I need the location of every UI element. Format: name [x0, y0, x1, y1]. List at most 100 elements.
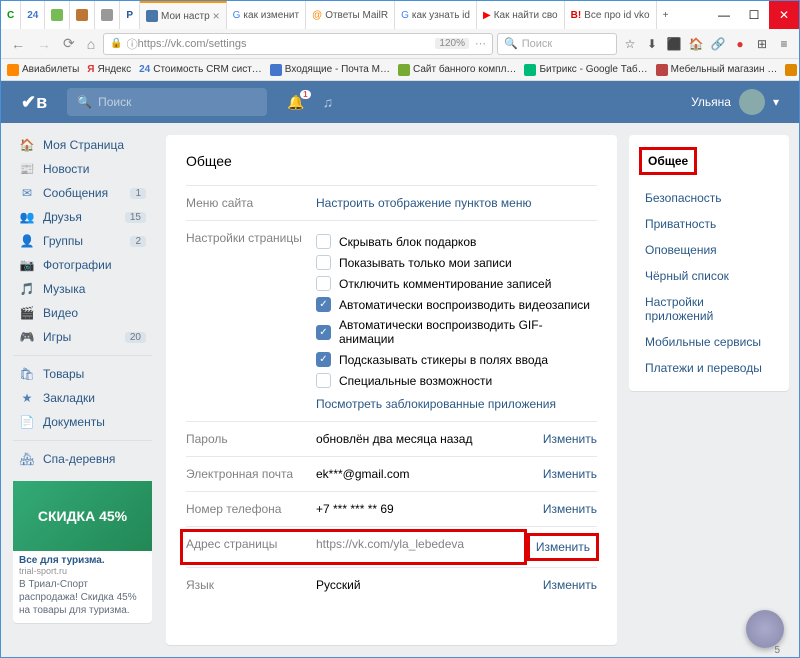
tab-mobile[interactable]: Мобильные сервисы: [629, 329, 789, 355]
checkbox-option[interactable]: Отключить комментирование записей: [316, 273, 597, 294]
pocket-icon[interactable]: ⬛: [665, 35, 683, 53]
window-close[interactable]: ✕: [769, 1, 799, 29]
nav-goods[interactable]: 🛍Товары: [13, 362, 152, 386]
nav-games[interactable]: 🎮Игры20: [13, 325, 152, 349]
nav-news[interactable]: 📰Новости: [13, 157, 152, 181]
tab-1[interactable]: 24: [21, 1, 45, 29]
tab-0[interactable]: C: [1, 1, 21, 29]
tab-3[interactable]: [70, 1, 95, 29]
ext1-icon[interactable]: 🏠: [687, 35, 705, 53]
tab-apps[interactable]: Настройки приложений: [629, 289, 789, 329]
tab-11[interactable]: B!Все про id vko: [565, 1, 657, 29]
tab-10[interactable]: ▶Как найти сво: [477, 1, 565, 29]
bookmark-item[interactable]: 24Стоимость CRM сист…: [139, 64, 262, 75]
ad-image: СКИДКА 45%: [13, 481, 152, 551]
tab-blacklist[interactable]: Чёрный список: [629, 263, 789, 289]
nav-friends[interactable]: 👥Друзья15: [13, 205, 152, 229]
tab-7[interactable]: Gкак изменит: [227, 1, 306, 29]
bookmark-item[interactable]: Экспо-мебель Камы…: [785, 64, 799, 76]
home-button[interactable]: ⌂: [83, 36, 99, 52]
doc-icon: 📄: [19, 414, 35, 430]
bookmark-icon[interactable]: ☆: [621, 35, 639, 53]
row-email: Электронная почта ek***@gmail.com Измени…: [186, 456, 597, 491]
games-icon: 🎮: [19, 329, 35, 345]
address-bar: ← → ⟳ ⌂ 🔒 ⓘ https://vk.com/settings 120%…: [1, 29, 799, 59]
bookmark-item[interactable]: Битрикс - Google Таб…: [524, 64, 647, 76]
blocked-apps-link[interactable]: Посмотреть заблокированные приложения: [316, 391, 597, 411]
checkbox-option[interactable]: ✓Автоматически воспроизводить видеозапис…: [316, 294, 597, 315]
checkbox-option[interactable]: ✓Подсказывать стикеры в полях ввода: [316, 349, 597, 370]
nav-messages[interactable]: ✉Сообщения1: [13, 181, 152, 205]
forward-button[interactable]: →: [33, 36, 55, 52]
nav-my-page[interactable]: 🏠Моя Страница: [13, 133, 152, 157]
menu-icon[interactable]: ≡: [775, 35, 793, 53]
tab-security[interactable]: Безопасность: [629, 185, 789, 211]
bookmark-item[interactable]: Входящие - Почта М…: [270, 64, 390, 76]
ext2-icon[interactable]: 🔗: [709, 35, 727, 53]
nav-groups[interactable]: 👤Группы2: [13, 229, 152, 253]
vk-logo[interactable]: ✔в: [21, 92, 47, 113]
video-icon: 🎬: [19, 305, 35, 321]
chat-count: 5: [774, 645, 780, 656]
left-nav: 🏠Моя Страница 📰Новости ✉Сообщения1 👥Друз…: [1, 123, 156, 657]
nav-docs[interactable]: 📄Документы: [13, 410, 152, 434]
home-icon: 🏠: [19, 137, 35, 153]
checkbox-icon: [316, 255, 331, 270]
window-minimize[interactable]: —: [709, 1, 739, 29]
tab-2[interactable]: [45, 1, 70, 29]
tab-active[interactable]: Мои настр×: [140, 1, 227, 29]
tab-4[interactable]: [95, 1, 120, 29]
bookmark-item[interactable]: Авиабилеты: [7, 64, 79, 76]
music-icon[interactable]: ♫: [323, 94, 334, 110]
user-menu[interactable]: Ульяна ▾: [691, 89, 779, 115]
tab-notifications[interactable]: Оповещения: [629, 237, 789, 263]
puzzle-icon[interactable]: ⊞: [753, 35, 771, 53]
url-field[interactable]: 🔒 ⓘ https://vk.com/settings 120% ⋯: [103, 33, 493, 55]
tab-general[interactable]: Общее: [629, 145, 789, 185]
nav-bookmarks[interactable]: ★Закладки: [13, 386, 152, 410]
tab-9[interactable]: Gкак узнать id: [395, 1, 477, 29]
download-icon[interactable]: ⬇: [643, 35, 661, 53]
tab-8[interactable]: @Ответы MailR: [306, 1, 395, 29]
url-text: https://vk.com/settings: [138, 38, 247, 50]
change-email[interactable]: Изменить: [543, 467, 597, 481]
checkbox-option[interactable]: ✓Автоматически воспроизводить GIF-анимац…: [316, 315, 597, 349]
tab-payments[interactable]: Платежи и переводы: [629, 355, 789, 381]
checkbox-option[interactable]: Показывать только мои записи: [316, 252, 597, 273]
nav-video[interactable]: 🎬Видео: [13, 301, 152, 325]
window-maximize[interactable]: ☐: [739, 1, 769, 29]
groups-icon: 👤: [19, 233, 35, 249]
change-language[interactable]: Изменить: [543, 578, 597, 592]
nav-spa[interactable]: 🏘Спа-деревня: [13, 447, 152, 471]
back-button[interactable]: ←: [7, 36, 29, 52]
reload-button[interactable]: ⟳: [59, 35, 79, 52]
tab-5[interactable]: P: [120, 1, 140, 29]
configure-menu-link[interactable]: Настроить отображение пунктов меню: [316, 196, 531, 210]
vk-header: ✔в 🔍 Поиск 🔔1 ♫ Ульяна ▾: [1, 81, 799, 123]
checkbox-option[interactable]: Скрывать блок подарков: [316, 231, 597, 252]
notifications-icon[interactable]: 🔔1: [287, 94, 304, 111]
bookmark-item[interactable]: ЯЯндекс: [87, 64, 131, 75]
browser-search[interactable]: 🔍Поиск: [497, 33, 617, 55]
tab-privacy[interactable]: Приватность: [629, 211, 789, 237]
close-icon[interactable]: ×: [213, 9, 220, 23]
change-address[interactable]: Изменить: [527, 533, 599, 561]
nav-photos[interactable]: 📷Фотографии: [13, 253, 152, 277]
nav-music[interactable]: 🎵Музыка: [13, 277, 152, 301]
app-icon: 🏘: [19, 451, 35, 467]
bookmark-item[interactable]: Сайт банного компл…: [398, 64, 516, 76]
adblock-icon[interactable]: ●: [731, 35, 749, 53]
checkbox-option[interactable]: Специальные возможности: [316, 370, 597, 391]
chat-widget[interactable]: [746, 610, 784, 648]
change-password[interactable]: Изменить: [543, 432, 597, 446]
tab-label: Мои настр: [161, 11, 210, 22]
change-phone[interactable]: Изменить: [543, 502, 597, 516]
ad-card[interactable]: СКИДКА 45% Все для туризма. trial-sport.…: [13, 481, 152, 623]
mail-icon: ✉: [19, 185, 35, 201]
bookmark-item[interactable]: Мебельный магазин …: [656, 64, 778, 76]
new-tab[interactable]: +: [657, 1, 675, 29]
row-page-settings: Настройки страницы Скрывать блок подарко…: [186, 220, 597, 421]
settings-panel: Общее Меню сайта Настроить отображение п…: [166, 135, 617, 645]
vk-search[interactable]: 🔍 Поиск: [67, 88, 267, 116]
zoom-indicator[interactable]: 120%: [435, 38, 469, 49]
